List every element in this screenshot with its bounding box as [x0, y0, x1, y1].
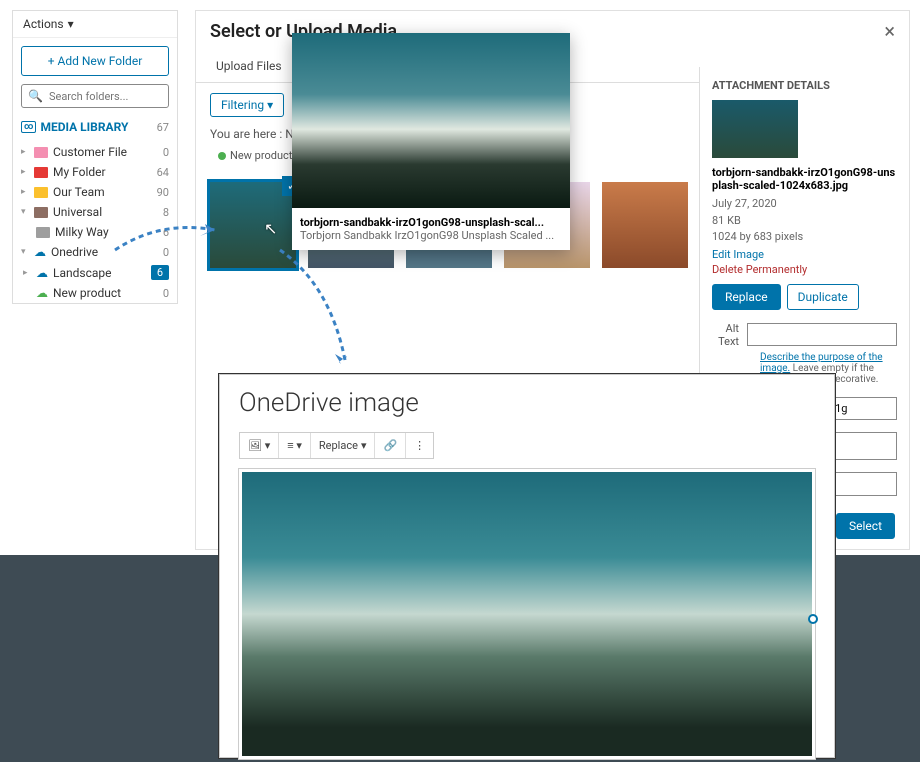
tree-item-count: 0	[153, 146, 169, 159]
media-thumb[interactable]	[602, 182, 688, 268]
tree-item-label: My Folder	[53, 165, 148, 179]
library-count: 67	[157, 121, 169, 134]
details-heading: ATTACHMENT DETAILS	[712, 79, 897, 92]
library-header[interactable]: ∞ MEDIA LIBRARY 67	[21, 116, 169, 138]
alt-text-input[interactable]	[747, 323, 897, 346]
cursor-icon: ↖	[264, 219, 277, 238]
tree-item-count: 6	[153, 226, 169, 239]
tree-item-onedrive[interactable]: ▾ ☁ Onedrive 0	[13, 242, 177, 262]
alt-text-label: Alt Text	[712, 322, 739, 348]
editor-toolbar: 🖼 ▾ ≡ ▾ Replace ▾ 🔗 ⋮	[239, 432, 434, 459]
block-editor: OneDrive image 🖼 ▾ ≡ ▾ Replace ▾ 🔗 ⋮	[218, 373, 836, 759]
sidebar: Actions▾ + Add New Folder 🔍 ∞ MEDIA LIBR…	[12, 10, 178, 304]
chevron-icon: ▾	[21, 207, 29, 217]
tree-item-count: 0	[153, 246, 169, 259]
resize-handle[interactable]	[808, 614, 818, 624]
tree-item-label: Milky Way	[55, 225, 148, 239]
image-block-icon[interactable]: 🖼 ▾	[240, 433, 279, 458]
tab-upload[interactable]: Upload Files	[204, 51, 294, 82]
more-icon[interactable]: ⋮	[406, 433, 433, 458]
align-icon[interactable]: ≡ ▾	[279, 433, 311, 458]
search-icon: 🔍	[28, 89, 43, 103]
add-folder-button[interactable]: + Add New Folder	[21, 46, 169, 76]
tree-item-landscape[interactable]: ▸ ☁ Landscape 6	[13, 262, 177, 283]
preview-title: torbjorn-sandbakk-irzO1gonG98-unsplash-s…	[300, 216, 562, 229]
preview-image	[292, 33, 570, 208]
tree-item-label: Landscape	[53, 266, 146, 280]
delete-link[interactable]: Delete Permanently	[712, 263, 897, 276]
tree-item-count: 0	[153, 287, 169, 300]
tree-item-milky-way[interactable]: Milky Way 6	[13, 222, 177, 242]
tree-item-customer-file[interactable]: ▸ Customer File 0	[13, 142, 177, 162]
tree-item-count: 6	[151, 265, 169, 280]
preview-subtitle: Torbjorn Sandbakk IrzO1gonG98 Unsplash S…	[300, 229, 562, 242]
actions-dropdown[interactable]: Actions▾	[13, 11, 177, 38]
editor-image[interactable]	[239, 469, 815, 759]
cloud-icon: ☁	[34, 245, 46, 259]
chevron-down-icon: ▾	[68, 17, 74, 31]
details-thumbnail	[712, 100, 798, 158]
chevron-icon: ▸	[21, 187, 29, 197]
cloud-icon: ☁	[36, 266, 48, 280]
close-button[interactable]: ×	[884, 19, 895, 43]
tree-item-label: Customer File	[53, 145, 148, 159]
chevron-icon: ▸	[21, 147, 29, 157]
tree-item-count: 90	[153, 186, 169, 199]
folder-icon	[34, 167, 48, 178]
folder-icon	[34, 187, 48, 198]
tree-item-new-product[interactable]: ☁ New product 0	[13, 283, 177, 303]
replace-button[interactable]: Replace	[712, 284, 781, 310]
folder-icon	[34, 147, 48, 158]
select-button[interactable]: Select	[836, 513, 895, 539]
folder-icon	[36, 227, 50, 238]
preview-tooltip: torbjorn-sandbakk-irzO1gonG98-unsplash-s…	[292, 33, 570, 250]
tree-item-label: Onedrive	[51, 245, 148, 259]
chevron-icon: ▾	[21, 247, 29, 257]
folder-search-input[interactable]	[49, 90, 162, 103]
cloud-icon: ☁	[36, 286, 48, 300]
folder-pill[interactable]: New product	[210, 147, 300, 164]
tree-item-our-team[interactable]: ▸ Our Team 90	[13, 182, 177, 202]
tree-item-label: New product	[53, 286, 148, 300]
folder-icon	[34, 207, 48, 218]
tree-item-my-folder[interactable]: ▸ My Folder 64	[13, 162, 177, 182]
link-icon[interactable]: 🔗	[375, 433, 406, 458]
editor-title: OneDrive image	[219, 374, 835, 432]
tree-item-count: 64	[153, 166, 169, 179]
tree-item-label: Universal	[53, 205, 148, 219]
tree-item-label: Our Team	[53, 185, 148, 199]
chevron-icon: ▸	[21, 167, 29, 177]
media-thumb[interactable]	[210, 182, 296, 268]
tree-item-universal[interactable]: ▾ Universal 8	[13, 202, 177, 222]
plus-icon: +	[48, 54, 55, 68]
library-icon: ∞	[21, 121, 36, 133]
replace-dropdown[interactable]: Replace ▾	[311, 433, 376, 458]
details-meta: July 27, 2020 81 KB 1024 by 683 pixels	[712, 196, 897, 246]
duplicate-button[interactable]: Duplicate	[787, 284, 859, 310]
folder-search[interactable]: 🔍	[21, 84, 169, 108]
edit-image-link[interactable]: Edit Image	[712, 248, 897, 261]
tree-item-count: 8	[153, 206, 169, 219]
chevron-icon: ▸	[23, 268, 31, 278]
filtering-button[interactable]: Filtering ▾	[210, 93, 284, 117]
details-filename: torbjorn-sandbakk-irzO1gonG98-unsplash-s…	[712, 166, 897, 192]
